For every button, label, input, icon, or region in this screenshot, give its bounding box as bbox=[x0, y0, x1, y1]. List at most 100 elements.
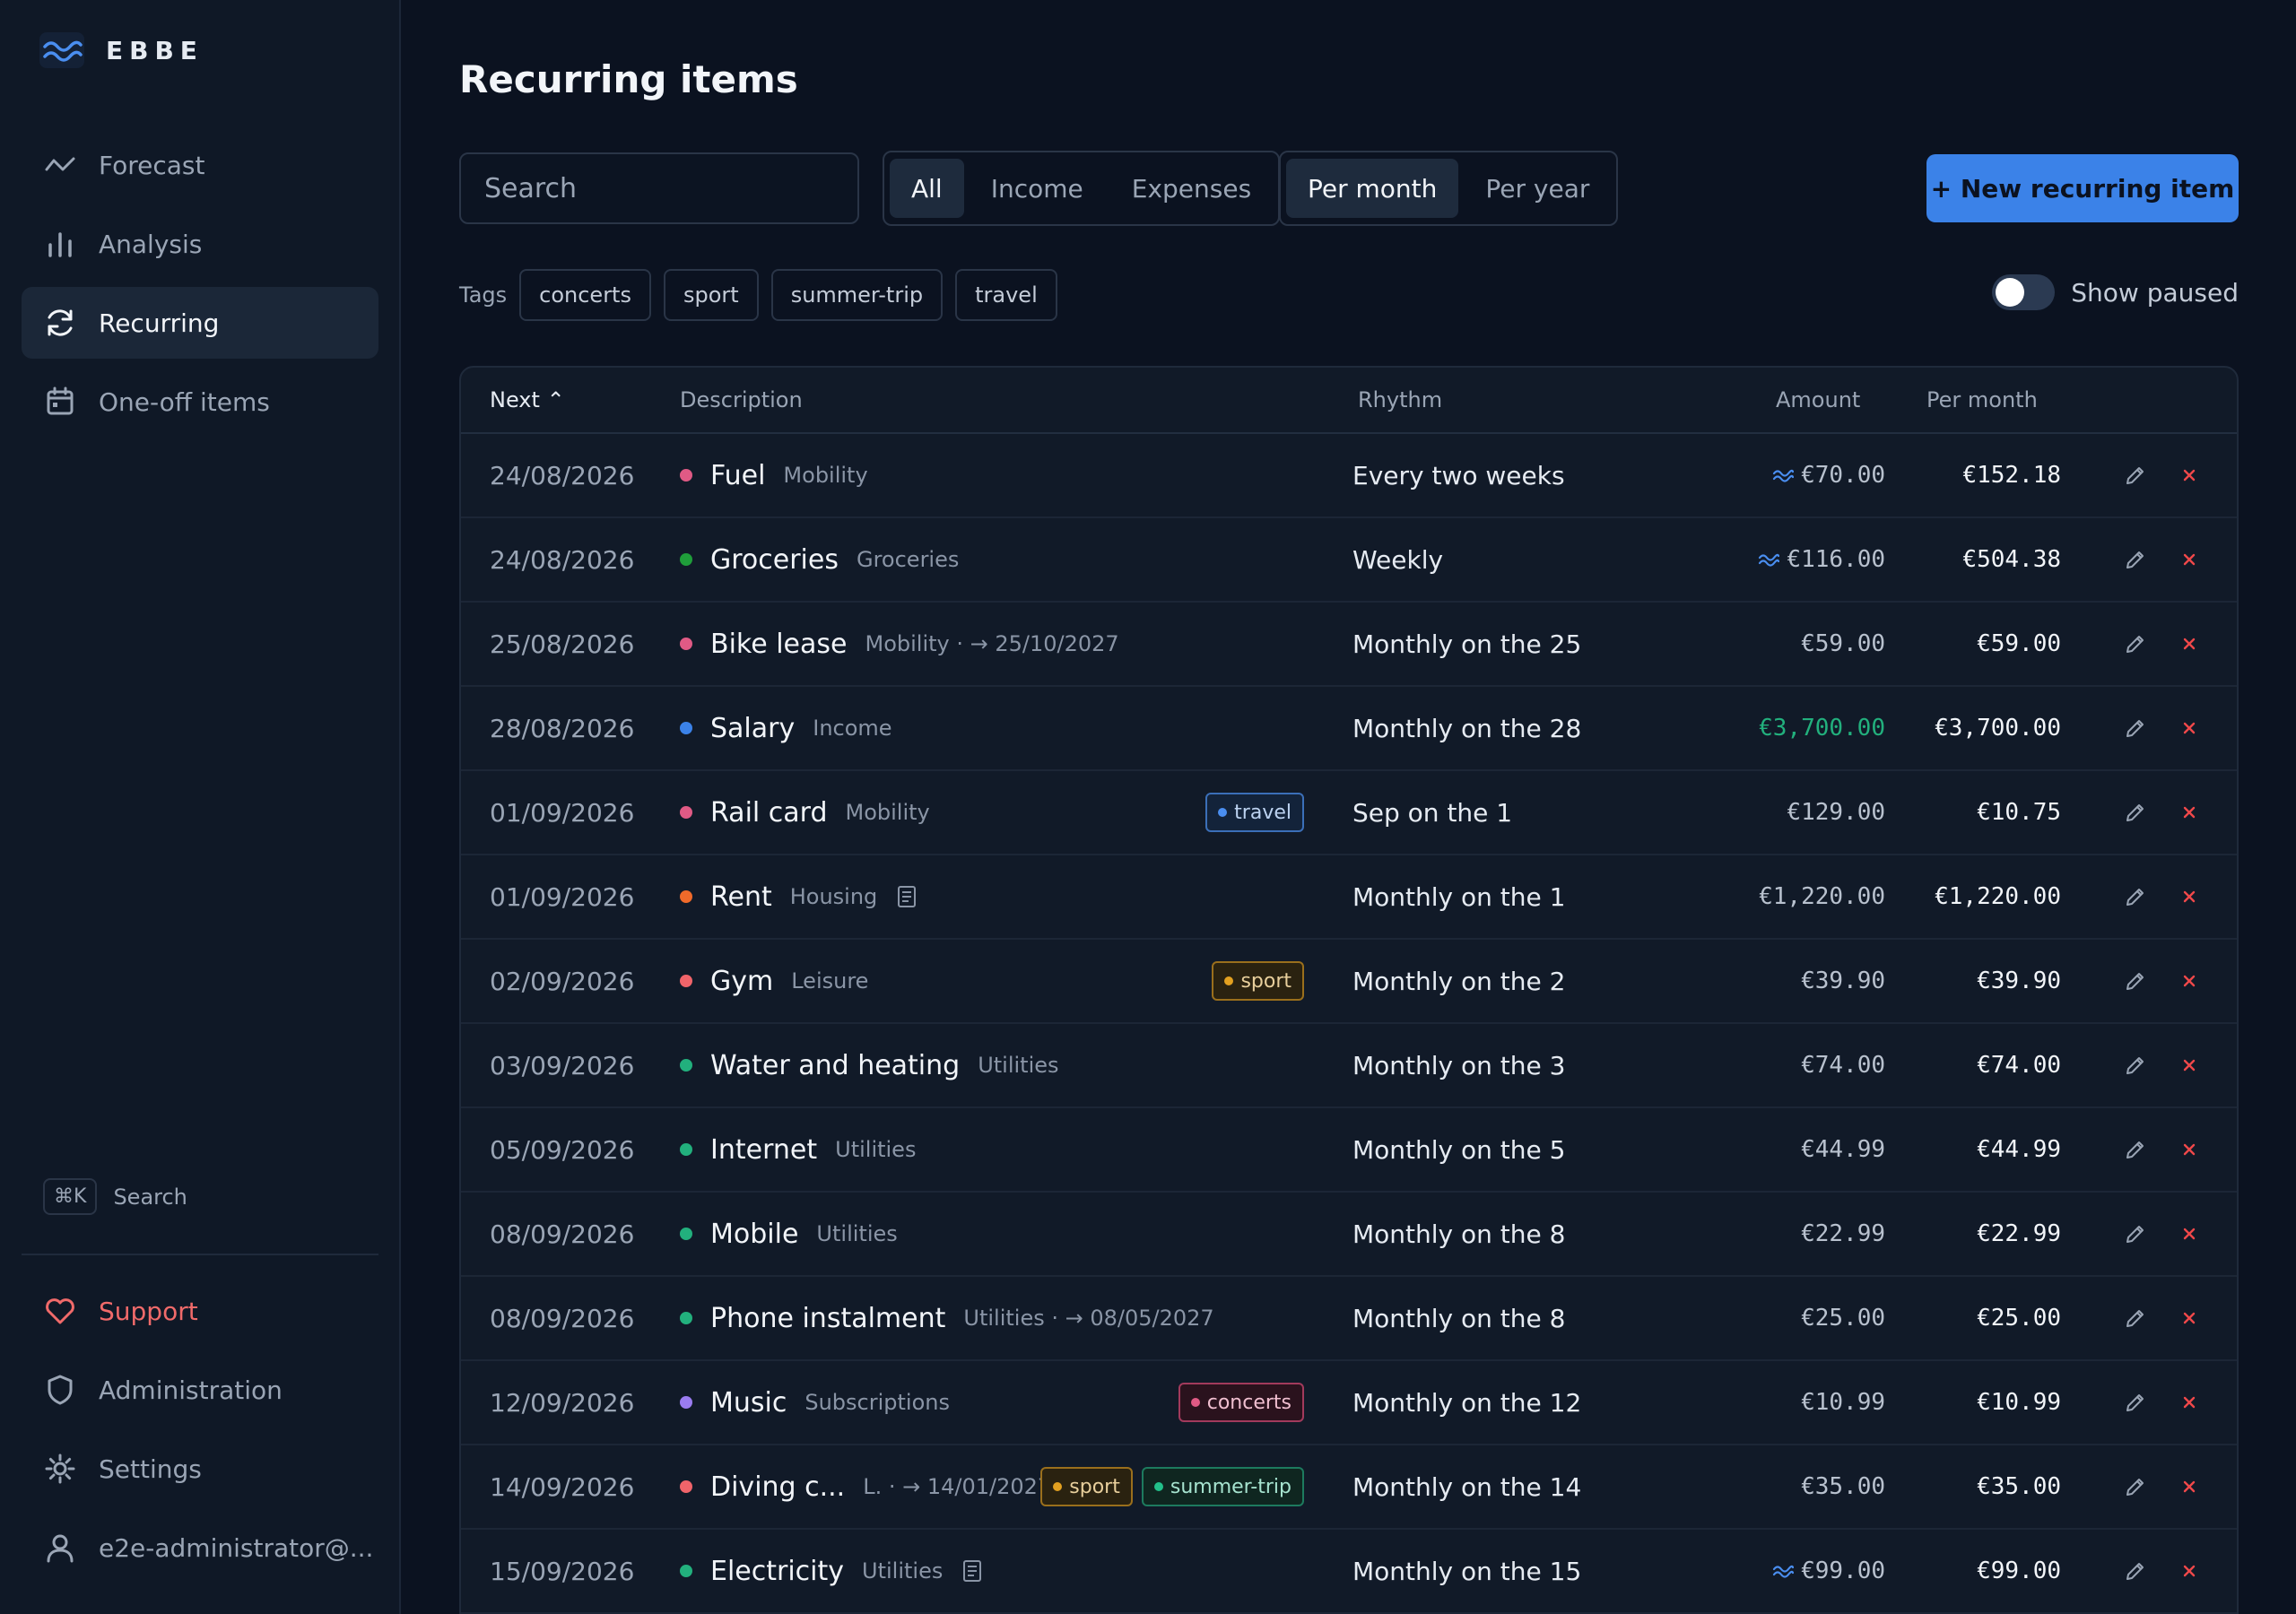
sort-next-header[interactable]: Next ⌃ bbox=[490, 387, 565, 412]
table-row[interactable]: 14/09/2026 Diving c... L. · → 14/01/2027 sp… bbox=[461, 1445, 2237, 1530]
rhythm: Weekly bbox=[1352, 544, 1444, 575]
amount-cell: €44.99 bbox=[1801, 1108, 1885, 1191]
delete-button[interactable] bbox=[2181, 434, 2197, 516]
edit-button[interactable] bbox=[2124, 434, 2147, 516]
edit-button[interactable] bbox=[2124, 518, 2147, 601]
item-name: Music bbox=[710, 1386, 787, 1419]
tag-dot bbox=[1224, 976, 1234, 985]
sidebar-item-administration[interactable]: Administration bbox=[22, 1354, 378, 1426]
amount-value: €70.00 bbox=[1801, 462, 1885, 489]
period-per-month[interactable]: Per month bbox=[1286, 159, 1459, 218]
filter-income[interactable]: Income bbox=[970, 159, 1105, 218]
description-cell: Internet Utilities bbox=[680, 1108, 916, 1191]
header-per-month[interactable]: Per month bbox=[1926, 387, 2038, 412]
sidebar-item-settings[interactable]: Settings bbox=[22, 1433, 378, 1505]
edit-button[interactable] bbox=[2124, 1445, 2147, 1528]
amount-cell: €99.00 bbox=[1772, 1530, 1885, 1612]
pencil-icon bbox=[2126, 1394, 2144, 1411]
new-recurring-item-button[interactable]: + New recurring item bbox=[1926, 154, 2239, 222]
rhythm: Monthly on the 15 bbox=[1352, 1556, 1582, 1586]
tag-chip-travel[interactable]: travel bbox=[955, 269, 1057, 321]
edit-button[interactable] bbox=[2124, 940, 2147, 1022]
tag-pill[interactable]: summer-trip bbox=[1141, 1467, 1304, 1506]
table-row[interactable]: 08/09/2026 Phone instalment Utilities · → … bbox=[461, 1277, 2237, 1361]
sidebar-item-one-off[interactable]: One-off items bbox=[22, 366, 378, 438]
table-row[interactable]: 08/09/2026 Mobile Utilities Monthly on the … bbox=[461, 1193, 2237, 1277]
delete-button[interactable] bbox=[2181, 771, 2197, 854]
table-row[interactable]: 03/09/2026 Water and heating Utilities Mont… bbox=[461, 1024, 2237, 1108]
delete-button[interactable] bbox=[2181, 1108, 2197, 1191]
calendar-icon bbox=[47, 386, 74, 415]
filter-all[interactable]: All bbox=[890, 159, 964, 218]
edit-button[interactable] bbox=[2124, 1530, 2147, 1612]
tag-filter: Tags concerts sport summer-trip travel bbox=[459, 269, 1057, 321]
next-date: 24/08/2026 bbox=[490, 544, 635, 575]
sidebar-item-account[interactable]: e2e-administrator@... bbox=[22, 1512, 378, 1584]
amount-cell: €35.00 bbox=[1801, 1445, 1885, 1528]
table-row[interactable]: 05/09/2026 Internet Utilities Monthly on th… bbox=[461, 1108, 2237, 1193]
edit-button[interactable] bbox=[2124, 687, 2147, 769]
item-name: Internet bbox=[710, 1133, 818, 1166]
amount-value: €74.00 bbox=[1801, 1052, 1885, 1079]
table-row[interactable]: 28/08/2026 Salary Income Monthly on the 28 €… bbox=[461, 687, 2237, 771]
edit-button[interactable] bbox=[2124, 1193, 2147, 1275]
search-input[interactable] bbox=[459, 152, 859, 224]
table-row[interactable]: 24/08/2026 Fuel Mobility Every two weeks €70… bbox=[461, 434, 2237, 518]
table-row[interactable]: 01/09/2026 Rail card Mobility travel Sep on … bbox=[461, 771, 2237, 855]
brand[interactable]: EBBE bbox=[39, 32, 204, 68]
delete-button[interactable] bbox=[2181, 518, 2197, 601]
edit-button[interactable] bbox=[2124, 1277, 2147, 1359]
tag-chip-sport[interactable]: sport bbox=[663, 269, 759, 321]
table-row[interactable]: 25/08/2026 Bike lease Mobility · → 25/10/2… bbox=[461, 603, 2237, 687]
header-amount[interactable]: Amount bbox=[1776, 387, 1860, 412]
amount-value: €99.00 bbox=[1801, 1558, 1885, 1584]
filter-expenses[interactable]: Expenses bbox=[1110, 159, 1273, 218]
tag-pill[interactable]: concerts bbox=[1178, 1383, 1304, 1422]
tag-chip-summer-trip[interactable]: summer-trip bbox=[770, 269, 944, 321]
item-category: Mobility bbox=[845, 800, 930, 825]
sidebar-item-analysis[interactable]: Analysis bbox=[22, 208, 378, 280]
item-name: Diving c... bbox=[710, 1471, 846, 1503]
table-row[interactable]: 02/09/2026 Gym Leisure sport Monthly on the … bbox=[461, 940, 2237, 1024]
edit-button[interactable] bbox=[2124, 603, 2147, 685]
tag-pill[interactable]: sport bbox=[1212, 961, 1304, 1001]
edit-button[interactable] bbox=[2124, 771, 2147, 854]
table-row[interactable]: 24/08/2026 Groceries Groceries Weekly €116.0… bbox=[461, 518, 2237, 603]
table-row[interactable]: 15/09/2026 Electricity Utilities Monthly on… bbox=[461, 1530, 2237, 1614]
tag-label: summer-trip bbox=[1170, 1475, 1292, 1498]
tag-pill[interactable]: sport bbox=[1040, 1467, 1133, 1506]
sidebar-item-forecast[interactable]: Forecast bbox=[22, 129, 378, 201]
edit-button[interactable] bbox=[2124, 1108, 2147, 1191]
amount-value: €25.00 bbox=[1801, 1305, 1885, 1332]
description-cell: Rail card Mobility bbox=[680, 771, 930, 854]
tag-chip-concerts[interactable]: concerts bbox=[519, 269, 651, 321]
delete-button[interactable] bbox=[2181, 1193, 2197, 1275]
delete-button[interactable] bbox=[2181, 1361, 2197, 1444]
table-row[interactable]: 01/09/2026 Rent Housing Monthly on the 1 €1,… bbox=[461, 855, 2237, 940]
delete-button[interactable] bbox=[2181, 1277, 2197, 1359]
show-paused-toggle[interactable] bbox=[1992, 274, 2056, 310]
delete-button[interactable] bbox=[2181, 687, 2197, 769]
edit-button[interactable] bbox=[2124, 855, 2147, 938]
item-name: Rail card bbox=[710, 796, 828, 829]
heart-icon bbox=[46, 1298, 74, 1324]
table-row[interactable]: 12/09/2026 Music Subscriptions concerts Mont… bbox=[461, 1361, 2237, 1445]
delete-button[interactable] bbox=[2181, 855, 2197, 938]
note-icon bbox=[963, 1560, 982, 1582]
period-per-year[interactable]: Per year bbox=[1464, 159, 1611, 218]
delete-button[interactable] bbox=[2181, 940, 2197, 1022]
main-nav: Forecast Analysis Recurring One-off item… bbox=[22, 129, 378, 445]
delete-button[interactable] bbox=[2181, 1530, 2197, 1612]
edit-button[interactable] bbox=[2124, 1024, 2147, 1106]
sidebar-item-support[interactable]: Support bbox=[22, 1275, 378, 1347]
tag-pill[interactable]: travel bbox=[1205, 793, 1304, 832]
delete-button[interactable] bbox=[2181, 1445, 2197, 1528]
delete-button[interactable] bbox=[2181, 603, 2197, 685]
delete-button[interactable] bbox=[2181, 1024, 2197, 1106]
sort-asc-icon: ⌃ bbox=[546, 387, 565, 412]
edit-button[interactable] bbox=[2124, 1361, 2147, 1444]
command-search[interactable]: ⌘K Search bbox=[43, 1178, 187, 1215]
sidebar-item-recurring[interactable]: Recurring bbox=[22, 287, 378, 359]
header-rhythm[interactable]: Rhythm bbox=[1358, 387, 1442, 412]
header-description[interactable]: Description bbox=[680, 387, 803, 412]
